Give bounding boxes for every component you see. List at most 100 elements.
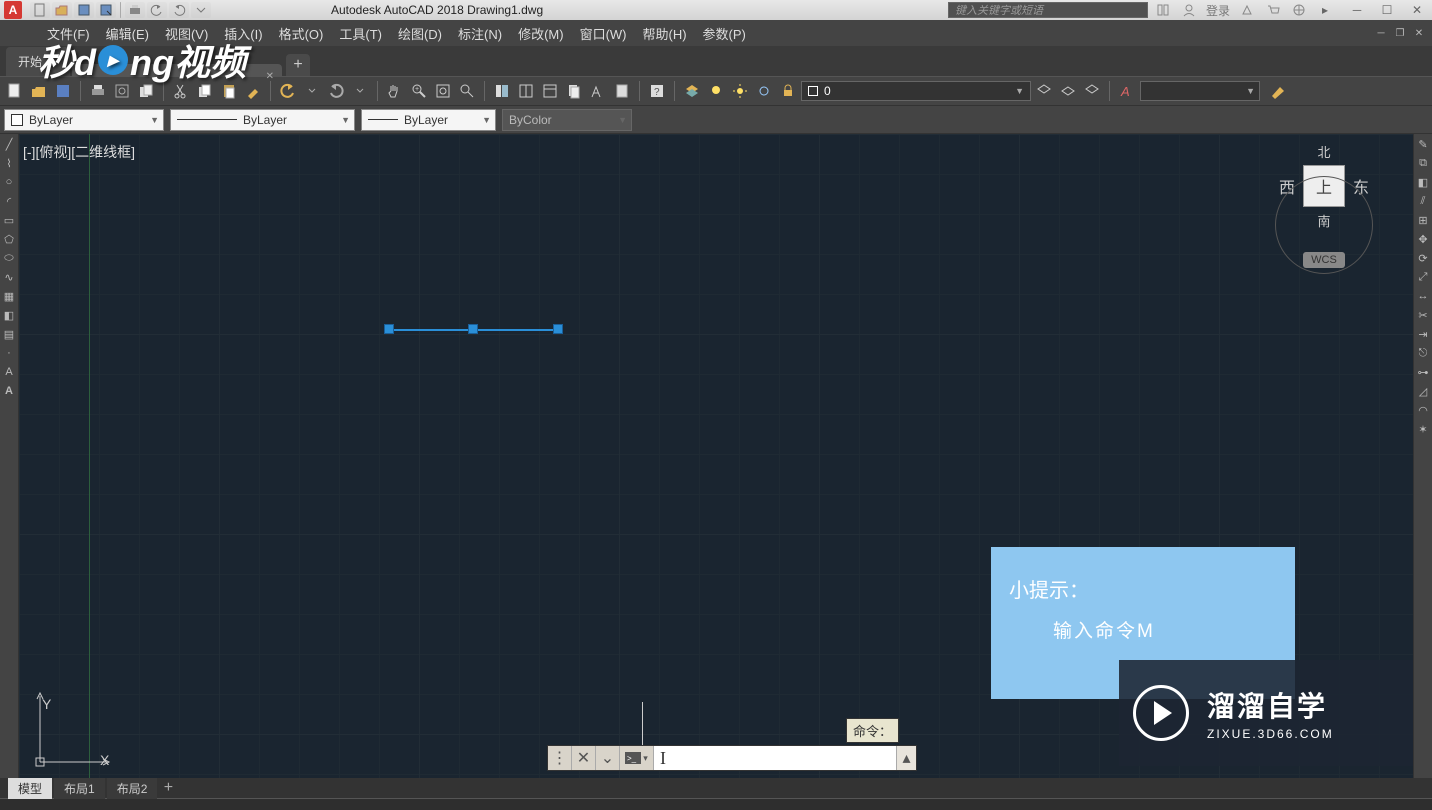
help-icon[interactable]: ? [646, 80, 668, 102]
layout-add-button[interactable]: + [159, 779, 177, 797]
spline-tool-icon[interactable]: ∿ [1, 269, 17, 285]
freeze-icon[interactable] [753, 80, 775, 102]
ellipse-tool-icon[interactable]: ⬭ [1, 250, 17, 266]
menu-tools[interactable]: 工具(T) [332, 20, 389, 47]
new-icon[interactable] [4, 80, 26, 102]
login-label[interactable]: 登录 [1206, 2, 1230, 19]
compass-icon[interactable] [1290, 2, 1308, 18]
layer-combo[interactable]: 0 ▼ [801, 81, 1031, 101]
menu-param[interactable]: 参数(P) [696, 20, 753, 47]
layer-uniso-icon[interactable] [1057, 80, 1079, 102]
search-box[interactable]: 键入关键字或短语 [948, 2, 1148, 18]
qat-undo-icon[interactable] [147, 2, 167, 18]
infocenter-search-icon[interactable] [1154, 2, 1172, 18]
qat-open-icon[interactable] [52, 2, 72, 18]
brush-icon[interactable] [1268, 80, 1290, 102]
region-tool-icon[interactable]: ◧ [1, 307, 17, 323]
redo-icon[interactable] [325, 80, 347, 102]
command-input[interactable]: I [654, 746, 896, 770]
cmd-history-icon[interactable]: ▴ [896, 746, 916, 770]
plotstyle-combo[interactable]: ByColor ▼ [502, 109, 632, 131]
viewcube-north[interactable]: 北 [1259, 142, 1389, 161]
props-icon[interactable] [491, 80, 513, 102]
tab-add-button[interactable]: + [286, 54, 310, 76]
textstyle-icon[interactable]: A [1116, 80, 1138, 102]
textstyle-combo[interactable]: ▼ [1140, 81, 1260, 101]
rect-tool-icon[interactable]: ▭ [1, 212, 17, 228]
qat-save-icon[interactable] [74, 2, 94, 18]
array-icon[interactable]: ⊞ [1415, 212, 1431, 228]
stretch-icon[interactable]: ↔ [1415, 288, 1431, 304]
redo-drop-icon[interactable] [349, 80, 371, 102]
layout-tab-model[interactable]: 模型 [8, 778, 52, 799]
qat-dropdown-icon[interactable] [191, 2, 211, 18]
linetype-combo[interactable]: ByLayer ▼ [170, 109, 355, 131]
cmd-handle-icon[interactable]: ⋮ [548, 746, 572, 770]
menu-dim[interactable]: 标注(N) [451, 20, 509, 47]
layout-tab-2[interactable]: 布局2 [107, 778, 158, 799]
text-tool-icon[interactable]: A [1, 364, 17, 380]
zoom-prev-icon[interactable] [456, 80, 478, 102]
drawing-canvas[interactable]: [-][俯视][二维线框] 北 西 上 东 南 WCS Y X [19, 134, 1413, 778]
offset-icon[interactable]: ⫽ [1415, 193, 1431, 209]
mtext-tool-icon[interactable]: A [1, 383, 17, 399]
circle-tool-icon[interactable]: ○ [1, 174, 17, 190]
viewcube[interactable]: 北 西 上 东 南 WCS [1259, 142, 1389, 282]
user-icon[interactable] [1180, 2, 1198, 18]
explode-icon[interactable]: ✶ [1415, 421, 1431, 437]
pan-icon[interactable] [384, 80, 406, 102]
lock-icon[interactable] [777, 80, 799, 102]
zoom-rt-icon[interactable]: + [408, 80, 430, 102]
trim-icon[interactable]: ✂ [1415, 307, 1431, 323]
menu-format[interactable]: 格式(O) [272, 20, 331, 47]
join-icon[interactable]: ⊶ [1415, 364, 1431, 380]
extend-icon[interactable]: ⇥ [1415, 326, 1431, 342]
erase-icon[interactable]: ✎ [1415, 136, 1431, 152]
polygon-tool-icon[interactable]: ⬠ [1, 231, 17, 247]
layer-tool-icon[interactable] [681, 80, 703, 102]
qat-new-icon[interactable] [30, 2, 50, 18]
layout-tab-1[interactable]: 布局1 [54, 778, 105, 799]
cmd-close-icon[interactable]: ✕ [572, 746, 596, 770]
hatch-tool-icon[interactable]: ▦ [1, 288, 17, 304]
exchange-icon[interactable] [1238, 2, 1256, 18]
bulb-icon[interactable] [705, 80, 727, 102]
grip-start[interactable] [384, 324, 394, 334]
app-icon[interactable]: A [4, 1, 22, 19]
lineweight-combo[interactable]: ByLayer ▼ [361, 109, 496, 131]
cart-icon[interactable] [1264, 2, 1282, 18]
view-controls-label[interactable]: [-][俯视][二维线框] [23, 142, 135, 162]
sun-icon[interactable] [729, 80, 751, 102]
move-icon[interactable]: ✥ [1415, 231, 1431, 247]
ssm-icon[interactable] [563, 80, 585, 102]
break-icon[interactable]: ⎋ [1415, 345, 1431, 361]
close-button[interactable]: ✕ [1402, 1, 1432, 19]
overflow-icon[interactable]: ▸ [1316, 2, 1334, 18]
cmd-prompt-icon[interactable]: >_ ▾ [620, 746, 654, 770]
chamfer-icon[interactable]: ◿ [1415, 383, 1431, 399]
menu-draw[interactable]: 绘图(D) [391, 20, 449, 47]
undo-icon[interactable] [277, 80, 299, 102]
pline-tool-icon[interactable]: ⌇ [1, 155, 17, 171]
calc-icon[interactable] [611, 80, 633, 102]
doc-close-icon[interactable]: ✕ [1410, 26, 1428, 40]
grip-end[interactable] [553, 324, 563, 334]
qat-redo-icon[interactable] [169, 2, 189, 18]
rotate-icon[interactable]: ⟳ [1415, 250, 1431, 266]
cmd-options-icon[interactable]: ⌄ [596, 746, 620, 770]
grip-mid[interactable] [468, 324, 478, 334]
qat-saveas-icon[interactable] [96, 2, 116, 18]
arc-tool-icon[interactable]: ◜ [1, 193, 17, 209]
doc-minimize-icon[interactable]: ─ [1372, 26, 1390, 40]
layer-iso-icon[interactable] [1033, 80, 1055, 102]
fillet-icon[interactable]: ◠ [1415, 402, 1431, 418]
menu-help[interactable]: 帮助(H) [636, 20, 694, 47]
menu-window[interactable]: 窗口(W) [573, 20, 634, 47]
menu-modify[interactable]: 修改(M) [511, 20, 571, 47]
scale-icon[interactable]: ⤢ [1415, 269, 1431, 285]
dc-icon[interactable] [515, 80, 537, 102]
table-tool-icon[interactable]: ▤ [1, 326, 17, 342]
markup-icon[interactable] [587, 80, 609, 102]
tab-close-icon[interactable]: ✕ [266, 71, 274, 82]
command-line[interactable]: ⋮ ✕ ⌄ >_ ▾ I ▴ [547, 745, 917, 771]
